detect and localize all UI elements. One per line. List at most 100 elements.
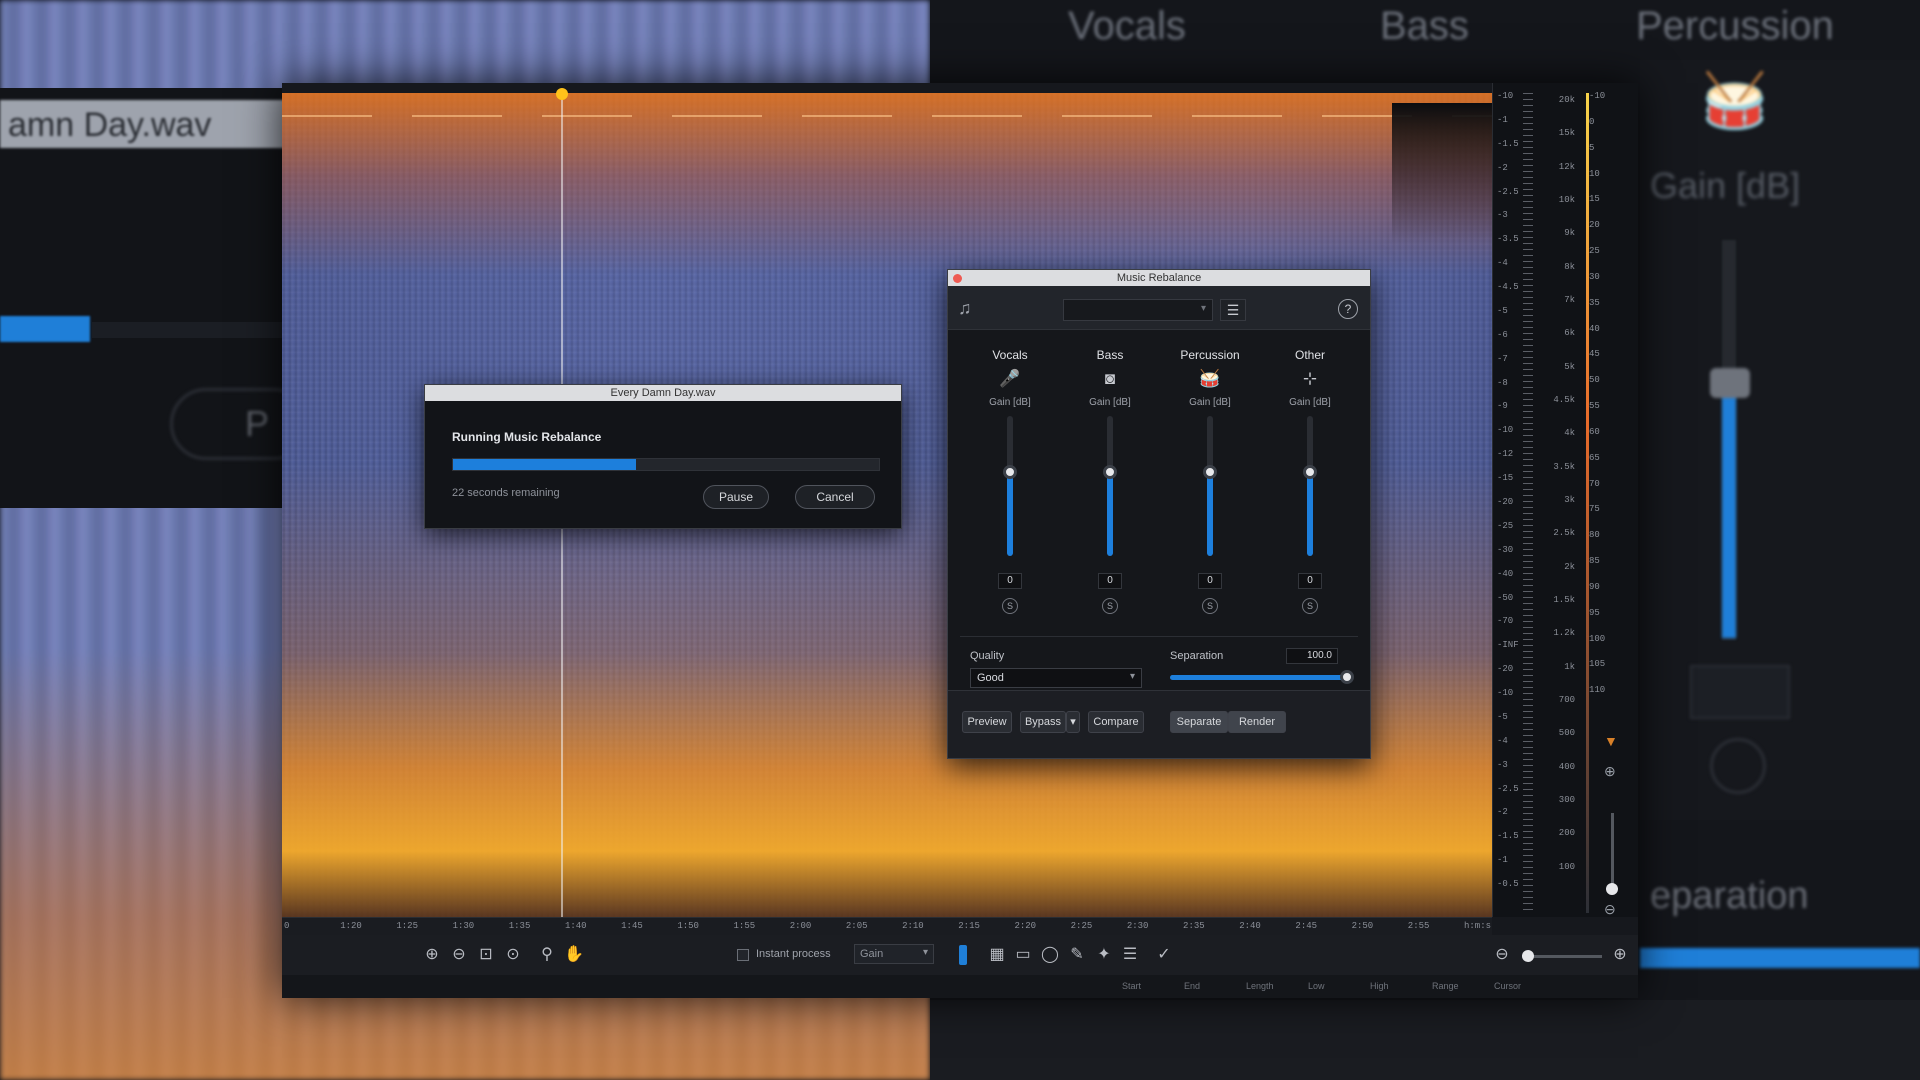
- db-tick-label: -25: [1497, 520, 1514, 531]
- bypass-button[interactable]: Bypass: [1020, 711, 1066, 733]
- status-column-label: Length: [1246, 981, 1274, 991]
- pointer-icon[interactable]: ▼: [1604, 733, 1618, 749]
- separate-button[interactable]: Separate: [1170, 711, 1228, 733]
- frequency-tick-label: 3k: [1564, 495, 1575, 505]
- playhead-marker[interactable]: [556, 88, 568, 100]
- progress-bar-fill: [453, 459, 637, 470]
- time-tick-label: 2:15: [958, 921, 980, 931]
- time-tick-label: 2:05: [845, 921, 868, 931]
- zoom-tool-icon[interactable]: ⚲: [537, 945, 557, 965]
- time-tick-label: 1:50: [677, 921, 699, 931]
- channel-gain-fader-knob[interactable]: [1203, 465, 1217, 479]
- pause-button[interactable]: Pause: [703, 485, 769, 509]
- lasso-tool-icon[interactable]: ◯: [1040, 945, 1060, 965]
- background-gain-label: Gain [dB]: [1650, 165, 1801, 206]
- spectrogram-edge-fade: [1392, 103, 1492, 243]
- channel-gain-fader-fill: [1307, 472, 1313, 556]
- channel-gain-value[interactable]: 0: [1098, 573, 1122, 589]
- channel-gain-value[interactable]: 0: [1198, 573, 1222, 589]
- separation-slider-knob[interactable]: [1340, 670, 1354, 684]
- preset-menu-icon[interactable]: ☰: [1220, 299, 1246, 321]
- status-column-label: Start: [1122, 981, 1142, 991]
- solo-icon[interactable]: S: [1002, 598, 1018, 614]
- channel-gain-value[interactable]: 0: [1298, 573, 1322, 589]
- status-column-label: End: [1184, 981, 1201, 991]
- vertical-zoom-slider[interactable]: [1611, 813, 1614, 893]
- instant-process-mode-value: Gain: [860, 948, 884, 960]
- horizontal-zoom-knob[interactable]: [1522, 950, 1534, 962]
- zoom-out-horizontal-icon[interactable]: ⊖: [1492, 945, 1512, 965]
- instant-process-checkbox[interactable]: [737, 949, 749, 961]
- channel-gain-fader-knob[interactable]: [1003, 465, 1017, 479]
- time-tick-label: 2:00: [789, 921, 812, 931]
- channel-gain-fader-fill: [1007, 472, 1013, 556]
- background-fader-knob: [1710, 368, 1750, 398]
- horizontal-zoom-slider[interactable]: [1522, 955, 1602, 958]
- db-tick-label: -1: [1497, 855, 1508, 866]
- time-selection-tool-icon[interactable]: [959, 945, 967, 965]
- zoom-in-horizontal-icon[interactable]: ⊕: [1610, 945, 1630, 965]
- status-column-label: Low: [1308, 981, 1325, 991]
- level-tick-label: 75: [1589, 504, 1600, 515]
- speaker-icon: ◙: [1104, 369, 1116, 388]
- time-tick-label: 1:45: [621, 921, 643, 931]
- solo-icon[interactable]: S: [1302, 598, 1318, 614]
- drum-icon: 🥁: [1199, 369, 1221, 388]
- solo-icon[interactable]: S: [1102, 598, 1118, 614]
- db-tick-label: -9: [1497, 401, 1508, 412]
- channel-gain-fader-knob[interactable]: [1303, 465, 1317, 479]
- compare-button[interactable]: Compare: [1088, 711, 1144, 733]
- channel-strip-other: Other ⊹ Gain [dB] 0 S: [1260, 330, 1360, 630]
- box-selection-tool-icon[interactable]: ▭: [1013, 945, 1033, 965]
- level-tick-label: 70: [1589, 478, 1600, 489]
- channel-gain-value[interactable]: 0: [998, 573, 1022, 589]
- db-tick-label: -3.5: [1497, 234, 1519, 245]
- frequency-tick-label: 10k: [1558, 195, 1575, 205]
- brush-tool-icon[interactable]: ✎: [1067, 945, 1087, 965]
- solo-icon[interactable]: S: [1202, 598, 1218, 614]
- level-tick-label: 65: [1589, 452, 1600, 463]
- zoom-out-icon[interactable]: ⊖: [1604, 901, 1616, 918]
- magic-wand-icon[interactable]: ✦: [1094, 945, 1114, 965]
- separation-slider[interactable]: [1170, 675, 1346, 680]
- level-tick-label: 40: [1589, 323, 1600, 334]
- progress-heading: Running Music Rebalance: [452, 430, 602, 444]
- level-tick-label: 45: [1589, 349, 1600, 360]
- frequency-and-level-ruler: -10 -1 -1.5 -2 -2.5 -3 -3.5 -4 -4.5 -5 -6 -7 -8 -9 -10…: [1492, 83, 1638, 917]
- level-tick-label: 95: [1589, 607, 1600, 618]
- background-separation-label: eparation: [1650, 875, 1809, 917]
- time-remaining: 22 seconds remaining: [452, 487, 560, 499]
- frequency-tick-label: 200: [1558, 828, 1575, 839]
- time-tick-label: 2:55: [1407, 921, 1430, 931]
- vertical-zoom-knob[interactable]: [1606, 883, 1618, 895]
- quality-select[interactable]: Good ▾: [970, 668, 1142, 688]
- quality-value: Good: [977, 672, 1004, 684]
- close-icon[interactable]: [953, 274, 962, 283]
- time-tick-label: h:m:s: [1464, 921, 1492, 931]
- preset-select[interactable]: ▾: [1063, 299, 1213, 321]
- render-button[interactable]: Render: [1228, 711, 1286, 733]
- instant-process-mode-select[interactable]: Gain ▾: [854, 944, 934, 964]
- zoom-in-icon[interactable]: ⊕: [422, 945, 442, 965]
- zoom-in-icon[interactable]: ⊕: [1604, 763, 1616, 780]
- level-meter: [1586, 93, 1589, 913]
- frequency-tick-label: 8k: [1564, 261, 1575, 272]
- channel-gain-fader-knob[interactable]: [1103, 465, 1117, 479]
- zoom-selection-icon[interactable]: ⊡: [476, 945, 496, 965]
- level-tick-label: 85: [1589, 556, 1600, 566]
- zoom-out-icon[interactable]: ⊖: [449, 945, 469, 965]
- channel-gain-label: Gain [dB]: [1189, 397, 1231, 408]
- help-icon[interactable]: ?: [1338, 299, 1358, 319]
- hand-tool-icon[interactable]: ✋: [564, 945, 584, 965]
- frequency-selection-tool-icon[interactable]: ▦: [987, 945, 1007, 965]
- db-tick-label: -4.5: [1497, 282, 1519, 293]
- bypass-options-icon[interactable]: ▾: [1066, 711, 1080, 733]
- db-tick-label: -30: [1497, 544, 1514, 555]
- zoom-fit-icon[interactable]: ⊙: [503, 945, 523, 965]
- preview-button[interactable]: Preview: [962, 711, 1012, 733]
- frequency-tick-label: 4.5k: [1553, 395, 1575, 405]
- separation-value-field[interactable]: 100.0: [1286, 648, 1338, 664]
- harmonic-selection-icon[interactable]: ☰: [1120, 945, 1140, 965]
- cancel-button[interactable]: Cancel: [795, 485, 875, 509]
- confirm-icon[interactable]: ✓: [1154, 945, 1174, 965]
